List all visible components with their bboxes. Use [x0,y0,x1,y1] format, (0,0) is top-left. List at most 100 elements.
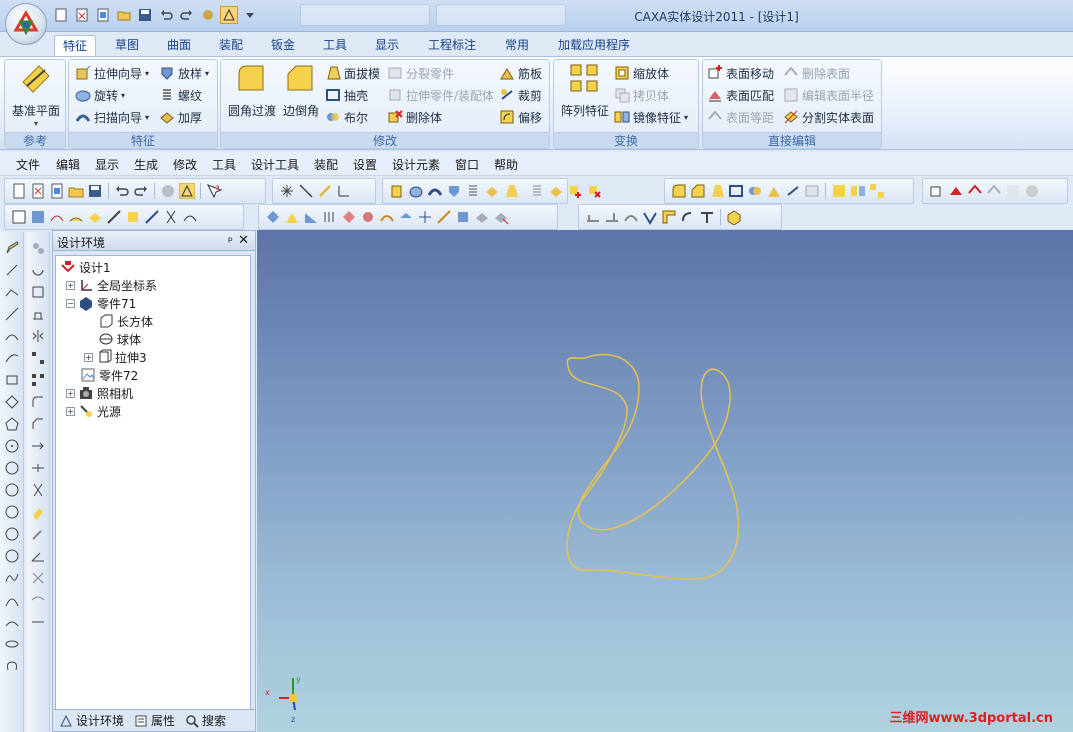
edge-icon[interactable] [106,209,122,225]
expand-icon[interactable]: + [84,352,93,362]
scale-body-icon[interactable] [831,183,847,199]
tab-sheetmetal[interactable]: 钣金 [262,35,304,56]
spring-icon[interactable] [529,183,545,199]
corner-icon[interactable] [661,209,677,225]
collapse-icon[interactable]: − [66,298,75,308]
boolean-button[interactable]: 布尔 [325,107,368,127]
split-part-button[interactable]: 分裂零件 [387,63,454,83]
rotate-tool-icon[interactable] [30,262,46,278]
bend-icon[interactable] [623,209,639,225]
chamfer-button[interactable]: 边倒角 [279,62,323,119]
datum-plane-button[interactable]: 基准平面 ▾ [9,62,63,128]
save-icon[interactable] [87,183,103,199]
edit-face-radius-button[interactable]: 编辑表面半径 [783,85,874,105]
menu-settings[interactable]: 设置 [353,156,377,173]
arc-tool-icon[interactable] [4,328,20,344]
projection-icon[interactable] [4,636,20,652]
curve-tool-icon[interactable] [4,350,20,366]
extrude-wizard-button[interactable]: 拉伸向导 ▾ [75,63,149,83]
scale-body-button[interactable]: 缩放体 [614,63,669,83]
brush-icon[interactable] [30,526,46,542]
delete-body-button[interactable]: 删除体 [387,107,442,127]
bezier-tool-icon[interactable] [4,592,20,608]
extrude-part-assembly-button[interactable]: 拉伸零件/装配体 [387,85,494,105]
ruled-surface-icon[interactable] [322,209,338,225]
tree-node-design[interactable]: 设计1 [60,258,111,276]
tab-assembly[interactable]: 装配 [210,35,252,56]
tab-tools[interactable]: 工具 [314,35,356,56]
chamfer-small-icon[interactable] [548,183,564,199]
tab-search[interactable]: 搜索 [185,712,226,729]
tab-feature[interactable]: 特征 [54,35,96,56]
revolve-button[interactable]: 旋转 ▾ [75,85,125,105]
tree-node-sphere[interactable]: 球体 [98,330,141,348]
measure-icon[interactable] [144,209,160,225]
extrude-icon[interactable] [389,183,405,199]
trim-surface-icon[interactable] [436,209,452,225]
copy-body-button[interactable]: 拷贝体 [614,85,669,105]
sweep-wizard-button[interactable]: 扫描向导 ▾ [75,107,149,127]
split-tool-icon[interactable] [30,460,46,476]
application-menu-button[interactable] [5,3,47,45]
tab-annotation[interactable]: 工程标注 [420,35,484,56]
thicken-surface-icon[interactable] [474,209,490,225]
emboss-icon[interactable] [699,209,715,225]
mirror-icon[interactable] [850,183,866,199]
grid-array-icon[interactable] [30,372,46,388]
boolean-icon[interactable] [747,183,763,199]
offset-face-button[interactable]: 表面等距 [707,107,774,127]
tree-node-camera[interactable]: + 照相机 [66,384,133,402]
trim-icon[interactable] [785,183,801,199]
tree-node-cuboid[interactable]: 长方体 [98,312,153,330]
tree-node-global-coordinate[interactable]: + 全局坐标系 [66,276,157,294]
tangent-line-icon[interactable] [4,306,20,322]
tab-design-environment[interactable]: 设计环境 [59,712,124,729]
circle-3pt-icon[interactable] [4,482,20,498]
circle-2pt-icon[interactable] [4,460,20,476]
3d-viewport[interactable]: x y z 三维网www.3dportal.cn [257,230,1073,732]
sketch-pencil-icon[interactable] [4,240,20,256]
curve-icon[interactable] [49,209,65,225]
tab-sketch[interactable]: 草图 [106,35,148,56]
erase-icon[interactable] [30,504,46,520]
render-icon[interactable] [160,183,176,199]
tree-node-light[interactable]: + 光源 [66,402,121,420]
catalog-icon[interactable] [30,209,46,225]
offset-face-icon[interactable] [967,183,983,199]
revolve-icon[interactable] [408,183,424,199]
mirror-feature-button[interactable]: 镜像特征 ▾ [614,107,688,127]
fillet-button[interactable]: 圆角过渡 [225,62,279,119]
rib-button[interactable]: 筋板 [499,63,542,83]
plate-icon[interactable] [585,209,601,225]
scissors-icon[interactable] [30,482,46,498]
wedge-icon[interactable] [303,209,319,225]
fillet-icon[interactable] [671,183,687,199]
polygon-tool-icon[interactable] [4,416,20,432]
delete-face-icon[interactable] [986,183,1002,199]
tree-node-extrude3[interactable]: + 拉伸3 [84,348,147,366]
rectangle-tool-icon[interactable] [4,372,20,388]
face-draft-icon[interactable] [709,183,725,199]
line-tool-icon[interactable] [4,262,20,278]
tree-node-part72[interactable]: 零件72 [80,366,138,384]
thicken-button[interactable]: 加厚 [159,107,202,127]
dimension-icon[interactable] [30,240,46,256]
asterisk-icon[interactable] [279,183,295,199]
fillet-tool-icon[interactable] [30,394,46,410]
array-tool-icon[interactable] [30,350,46,366]
stamp-tool-icon[interactable] [30,306,46,322]
menu-file[interactable]: 文件 [16,156,40,173]
ellipse-tool-icon[interactable] [4,504,20,520]
fold-icon[interactable] [642,209,658,225]
match-face-button[interactable]: 表面匹配 [707,85,774,105]
split-solid-face-button[interactable]: 分割实体表面 [783,107,874,127]
close-icon[interactable]: ✕ [238,233,249,248]
menu-design-tools[interactable]: 设计工具 [251,156,299,173]
menu-assembly[interactable]: 装配 [314,156,338,173]
menu-tools[interactable]: 工具 [212,156,236,173]
patch-icon[interactable] [360,209,376,225]
horizontal-icon[interactable] [30,614,46,630]
hem-icon[interactable] [680,209,696,225]
spline-tool-icon[interactable] [4,570,20,586]
tab-common[interactable]: 常用 [496,35,538,56]
